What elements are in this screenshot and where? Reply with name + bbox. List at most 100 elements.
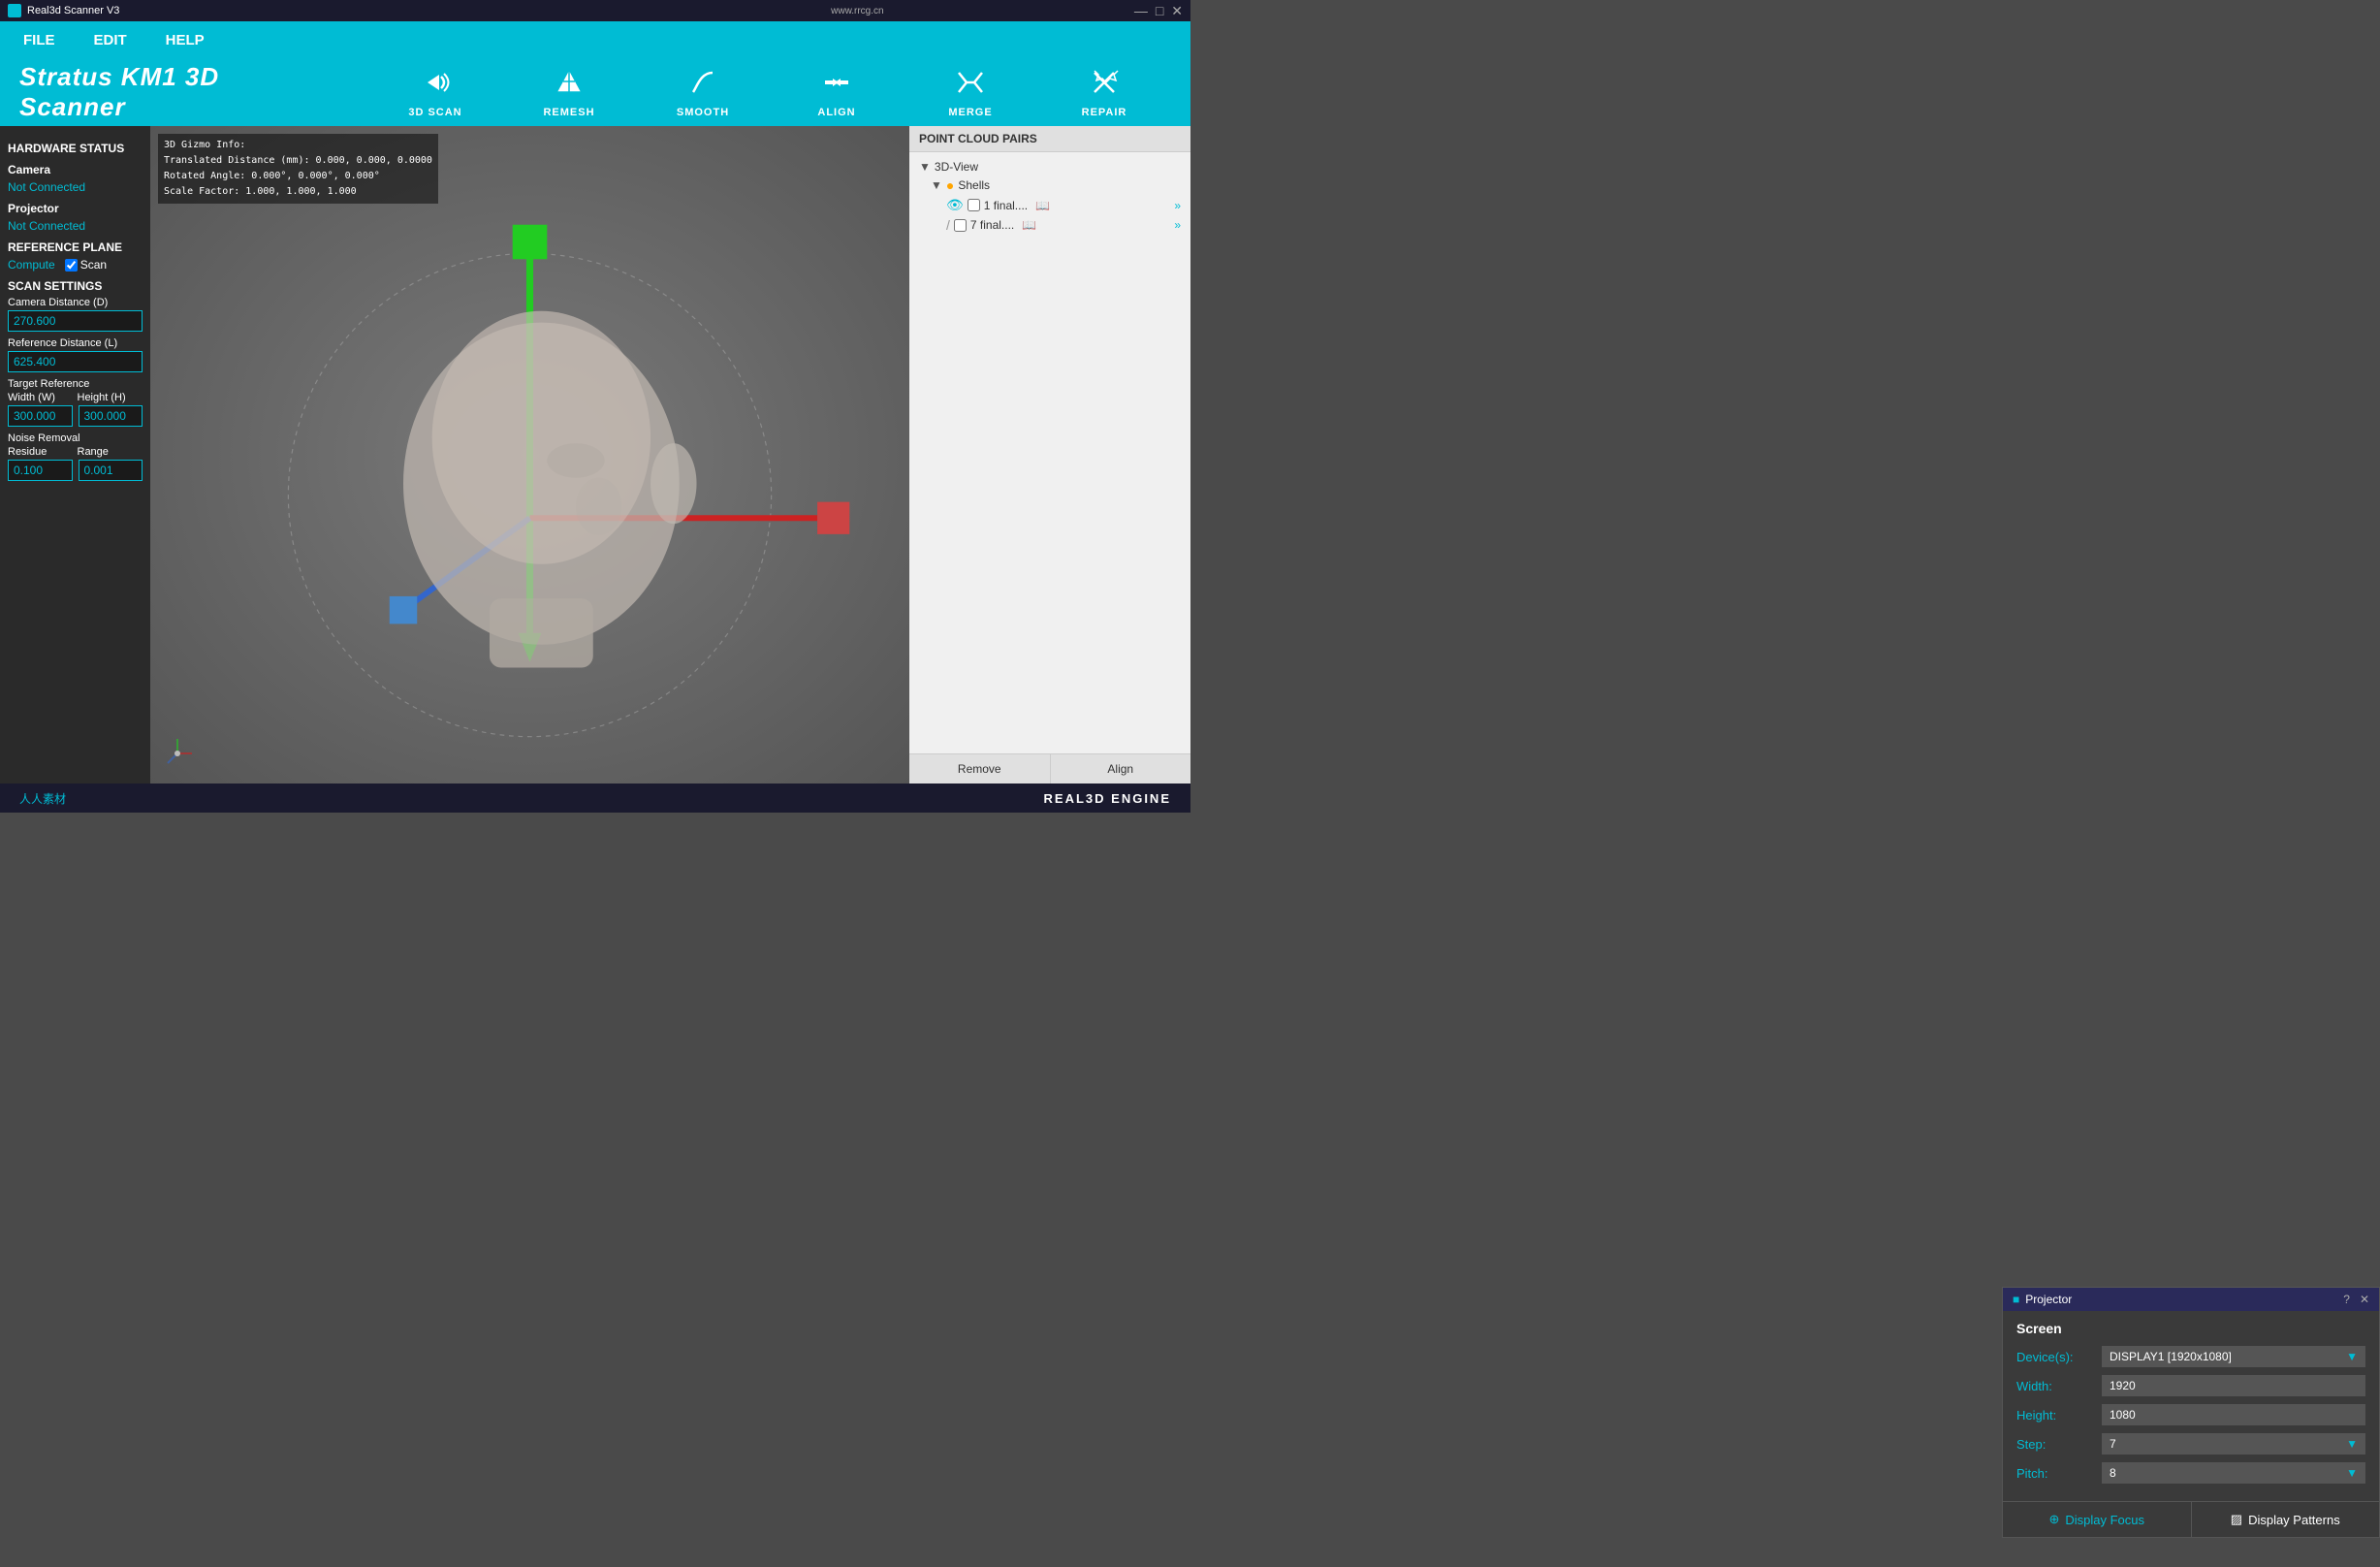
camera-label: Camera	[8, 163, 143, 176]
projector-label: Projector	[8, 202, 143, 215]
step-dropdown[interactable]: 7 ▼	[2102, 1433, 2365, 1455]
height-label: Height:	[2016, 1408, 2094, 1423]
projector-titlebar-controls: ? ✕	[2343, 1293, 2369, 1306]
remesh-icon	[554, 67, 585, 103]
scan-label: Scan	[80, 258, 107, 272]
step-arrow: ▼	[2346, 1437, 2358, 1451]
toolbar-repair[interactable]: REPAIR	[1065, 67, 1143, 118]
pitch-label: Pitch:	[2016, 1466, 2094, 1481]
devices-value: DISPLAY1 [1920x1080]	[2110, 1350, 2232, 1363]
repair-icon	[1089, 67, 1120, 103]
camera-status: Not Connected	[8, 180, 143, 194]
scan-checkbox[interactable]	[65, 259, 78, 272]
width-input[interactable]: 1920	[2102, 1375, 2365, 1396]
toolbar-align-label: ALIGN	[817, 107, 855, 118]
residue-input[interactable]: 0.100	[8, 460, 73, 481]
viewport-navigator	[158, 734, 197, 776]
display-patterns-label: Display Patterns	[2248, 1513, 2340, 1527]
close-button[interactable]: ✕	[1171, 4, 1183, 17]
patterns-icon: ▨	[2231, 1512, 2242, 1527]
range-input[interactable]: 0.001	[79, 460, 143, 481]
display-patterns-button[interactable]: ▨ Display Patterns	[2192, 1502, 2380, 1537]
camera-distance-input[interactable]: 270.600	[8, 310, 143, 332]
expand-icon[interactable]: ▼	[919, 160, 931, 174]
panel-bottom-buttons: Remove Align	[909, 753, 1190, 784]
viewport[interactable]: 3D Gizmo Info: Translated Distance (mm):…	[150, 126, 909, 784]
step-row: Step: 7 ▼	[2016, 1433, 2365, 1455]
toolbar-merge[interactable]: MERGE	[932, 67, 1009, 118]
remove-button[interactable]: Remove	[909, 754, 1051, 784]
camera-distance-label: Camera Distance (D)	[8, 297, 143, 308]
bottom-watermark: 人人素材	[19, 790, 66, 807]
target-width-input[interactable]: 300.000	[8, 405, 73, 427]
height-row: Height: 1080	[2016, 1404, 2365, 1425]
maximize-button[interactable]: □	[1156, 4, 1163, 17]
projector-help[interactable]: ?	[2343, 1293, 2350, 1306]
noise-removal-label: Noise Removal	[8, 432, 143, 444]
reference-distance-label: Reference Distance (L)	[8, 337, 143, 349]
toolbar-align[interactable]: ALIGN	[798, 67, 875, 118]
projector-status: Not Connected	[8, 219, 143, 233]
devices-dropdown[interactable]: DISPLAY1 [1920x1080] ▼	[2102, 1346, 2365, 1367]
width-label: Width:	[2016, 1379, 2094, 1393]
app-icon	[8, 4, 21, 17]
menu-edit[interactable]: EDIT	[86, 28, 135, 52]
projector-title-left: ■ Projector	[2013, 1293, 2072, 1306]
scan-checkbox-row: Scan	[65, 258, 107, 272]
toolbar: 3D SCAN REMESH SMOOTH	[310, 67, 1171, 118]
item2-label: 7 final....	[970, 218, 1014, 232]
step-value: 7	[2110, 1437, 2116, 1451]
target-reference-inputs: 300.000 300.000	[8, 405, 143, 432]
projector-close[interactable]: ✕	[2360, 1293, 2369, 1306]
item1-label: 1 final....	[984, 199, 1028, 212]
menu-file[interactable]: FILE	[16, 28, 63, 52]
compute-button[interactable]: Compute	[8, 258, 55, 272]
focus-icon: ⊕	[2048, 1512, 2059, 1527]
item1-checkbox[interactable]	[968, 199, 980, 211]
point-cloud-header: POINT CLOUD PAIRS	[909, 126, 1190, 152]
align-button[interactable]: Align	[1051, 754, 1191, 784]
toolbar-repair-label: REPAIR	[1082, 107, 1127, 118]
display-focus-button[interactable]: ⊕ Display Focus	[2003, 1502, 2192, 1537]
eye-icon-1[interactable]: 👁	[946, 197, 964, 213]
hardware-status-title: HARDWARE STATUS	[8, 142, 143, 155]
book-icon-1: 📖	[1035, 199, 1050, 212]
tree-view: ▼ 3D-View ▼ ● Shells 👁 1 final.... 📖 » /	[909, 152, 1190, 753]
range-label: Range	[78, 446, 143, 458]
left-panel: HARDWARE STATUS Camera Not Connected Pro…	[0, 126, 150, 784]
main-layout: HARDWARE STATUS Camera Not Connected Pro…	[0, 126, 1190, 784]
scan-settings-title: SCAN SETTINGS	[8, 279, 143, 293]
tree-3dview-label: 3D-View	[935, 160, 978, 174]
toolbar-smooth[interactable]: SMOOTH	[664, 67, 742, 118]
tree-item-2: / 7 final.... 📖 »	[915, 215, 1185, 235]
toolbar-remesh[interactable]: REMESH	[530, 67, 608, 118]
reference-distance-input[interactable]: 625.400	[8, 351, 143, 372]
pitch-dropdown[interactable]: 8 ▼	[2102, 1462, 2365, 1484]
toolbar-3dscan[interactable]: 3D SCAN	[397, 67, 474, 118]
devices-label: Device(s):	[2016, 1350, 2094, 1364]
toolbar-smooth-label: SMOOTH	[677, 107, 729, 118]
more-icon-1[interactable]: »	[1174, 199, 1181, 212]
projector-dialog: ■ Projector ? ✕ Screen Device(s): DISPLA…	[2002, 1287, 2380, 1538]
pitch-value: 8	[2110, 1466, 2116, 1480]
target-height-input[interactable]: 300.000	[79, 405, 143, 427]
tree-shells: ▼ ● Shells	[915, 176, 1185, 195]
reference-plane-title: REFERENCE PLANE	[8, 240, 143, 254]
3dscan-icon	[420, 67, 451, 103]
right-panel: POINT CLOUD PAIRS ▼ 3D-View ▼ ● Shells 👁…	[909, 126, 1190, 784]
shells-expand-icon[interactable]: ▼	[931, 178, 942, 192]
pitch-arrow: ▼	[2346, 1466, 2358, 1480]
pitch-row: Pitch: 8 ▼	[2016, 1462, 2365, 1484]
more-icon-2[interactable]: »	[1174, 218, 1181, 232]
window-controls: — □ ✕	[1134, 4, 1183, 17]
item2-checkbox[interactable]	[954, 219, 967, 232]
menu-help[interactable]: HELP	[158, 28, 212, 52]
bottom-bar: 人人素材 REAL3D ENGINE	[0, 784, 1190, 813]
height-input[interactable]: 1080	[2102, 1404, 2365, 1425]
target-reference-label: Target Reference	[8, 378, 143, 390]
shells-sphere-icon: ●	[946, 177, 954, 193]
projector-title: Projector	[2025, 1293, 2072, 1306]
devices-row: Device(s): DISPLAY1 [1920x1080] ▼	[2016, 1346, 2365, 1367]
minimize-button[interactable]: —	[1134, 4, 1148, 17]
toolbar-merge-label: MERGE	[948, 107, 992, 118]
